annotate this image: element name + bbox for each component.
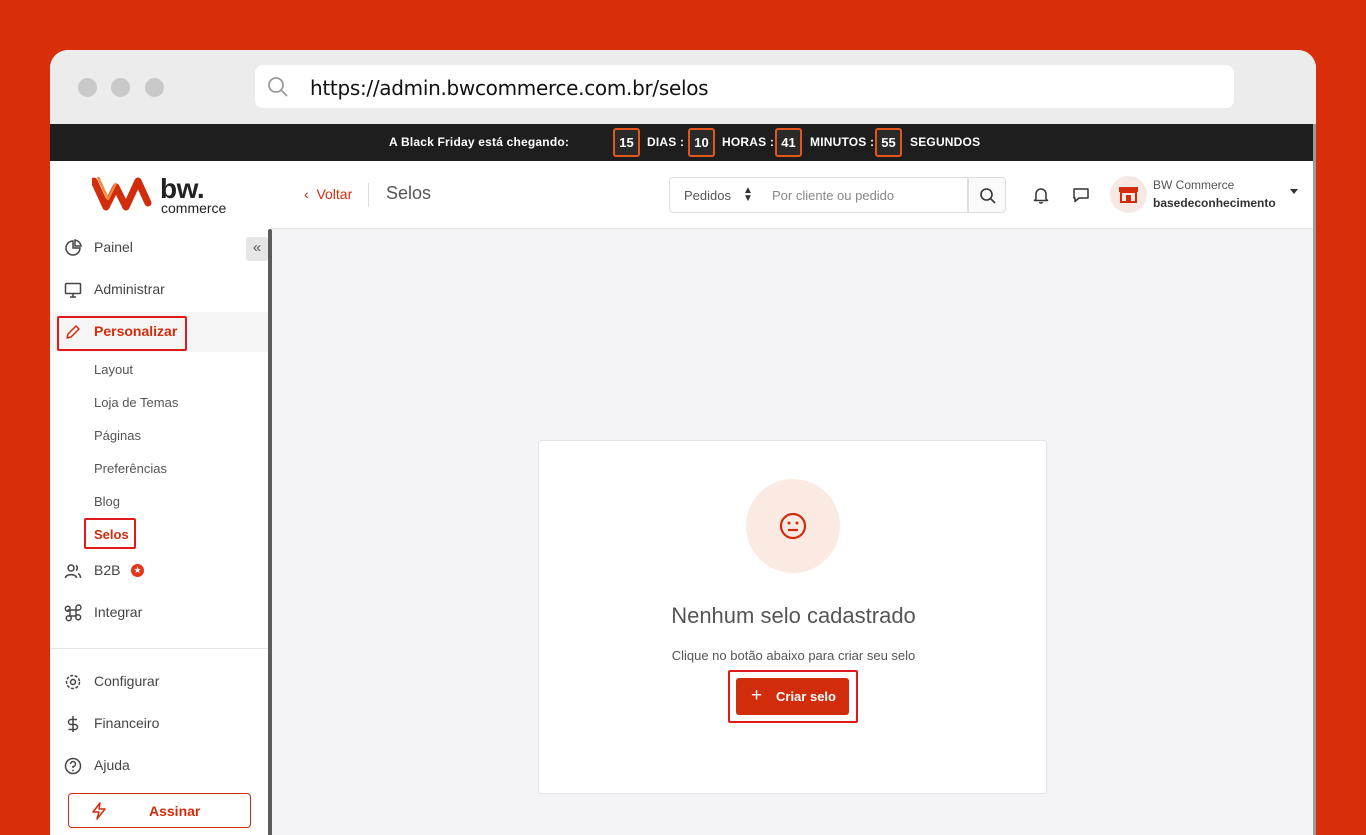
help-icon bbox=[64, 757, 82, 775]
subitem-paginas[interactable]: Páginas bbox=[94, 428, 141, 443]
search-input[interactable]: Por cliente ou pedido bbox=[761, 177, 968, 213]
highlight-selos bbox=[84, 518, 136, 549]
empty-state-card: Nenhum selo cadastrado Clique no botão a… bbox=[538, 440, 1047, 794]
logo-sub: commerce bbox=[161, 200, 227, 216]
sidebar-item-label: Ajuda bbox=[94, 757, 130, 773]
empty-state-subtitle: Clique no botão abaixo para criar seu se… bbox=[671, 648, 916, 663]
chevron-down-icon[interactable] bbox=[1290, 189, 1298, 194]
sidebar-item-integrar[interactable]: Integrar bbox=[50, 593, 268, 633]
sidebar-item-administrar[interactable]: Administrar bbox=[50, 270, 268, 310]
user-name[interactable]: BW Commerce bbox=[1153, 178, 1234, 192]
sidebar-item-label: Administrar bbox=[94, 281, 165, 297]
gear-icon bbox=[64, 673, 82, 691]
window-close-dot[interactable] bbox=[78, 78, 97, 97]
search-icon bbox=[980, 188, 996, 204]
address-bar[interactable]: https://admin.bwcommerce.com.br/selos bbox=[255, 65, 1234, 108]
sidebar-item-ajuda[interactable]: Ajuda bbox=[50, 746, 268, 786]
countdown-seconds: 55 bbox=[875, 128, 902, 157]
logo-mark-icon bbox=[90, 176, 152, 211]
new-badge-icon: ★ bbox=[131, 564, 144, 577]
topbar: ‹ Voltar Selos Pedidos ▲ ▼ Por cliente ou… bbox=[272, 161, 1313, 229]
countdown-seconds-label: SEGUNDOS bbox=[910, 135, 981, 149]
search-button[interactable] bbox=[968, 177, 1006, 213]
sidebar-item-label: B2B bbox=[94, 562, 121, 578]
page-title: Selos bbox=[386, 183, 432, 203]
sidebar-divider bbox=[50, 648, 268, 649]
sidebar-scrollbar[interactable] bbox=[268, 229, 272, 835]
browser-window: https://admin.bwcommerce.com.br/selos A … bbox=[50, 50, 1316, 835]
users-icon bbox=[64, 562, 82, 580]
countdown-hours-label: HORAS : bbox=[722, 135, 775, 149]
subscribe-label: Assinar bbox=[149, 803, 201, 819]
sidebar: bw. commerce « Painel Administrar Person… bbox=[50, 161, 272, 835]
countdown-days: 15 bbox=[613, 128, 640, 157]
subitem-loja-de-temas[interactable]: Loja de Temas bbox=[94, 395, 178, 410]
bell-icon[interactable] bbox=[1032, 186, 1050, 209]
search-icon bbox=[267, 76, 289, 103]
neutral-face-icon bbox=[779, 512, 807, 540]
pie-chart-icon bbox=[64, 239, 82, 257]
user-account[interactable]: basedeconhecimento bbox=[1153, 196, 1276, 210]
subitem-preferencias[interactable]: Preferências bbox=[94, 461, 167, 476]
sidebar-item-label: Financeiro bbox=[94, 715, 160, 731]
sidebar-item-financeiro[interactable]: Financeiro bbox=[50, 704, 268, 744]
promo-bar: A Black Friday está chegando: 15 DIAS : … bbox=[50, 124, 1313, 161]
subscribe-button[interactable]: Assinar bbox=[68, 793, 251, 828]
sort-caret-icon: ▲ ▼ bbox=[743, 185, 753, 204]
back-link[interactable]: ‹ Voltar bbox=[304, 186, 352, 202]
dollar-icon bbox=[64, 715, 82, 733]
chat-icon[interactable] bbox=[1072, 186, 1090, 209]
page-scrollbar[interactable] bbox=[1313, 124, 1316, 835]
monitor-icon bbox=[64, 281, 82, 299]
countdown-days-label: DIAS : bbox=[647, 135, 685, 149]
empty-state-title: Nenhum selo cadastrado bbox=[671, 603, 916, 628]
app-shell: bw. commerce « Painel Administrar Person… bbox=[50, 161, 1313, 835]
highlight-create-seal bbox=[728, 670, 858, 723]
select-value: Pedidos bbox=[684, 188, 731, 203]
countdown-minutes: 41 bbox=[775, 128, 802, 157]
command-icon bbox=[64, 604, 82, 622]
subitem-layout[interactable]: Layout bbox=[94, 362, 133, 377]
sidebar-item-painel[interactable]: Painel bbox=[50, 228, 268, 268]
sidebar-item-label: Integrar bbox=[94, 604, 143, 620]
sidebar-item-label: Painel bbox=[94, 239, 133, 255]
back-label: Voltar bbox=[316, 186, 353, 202]
url-text: https://admin.bwcommerce.com.br/selos bbox=[310, 76, 709, 100]
highlight-personalizar bbox=[57, 316, 187, 351]
countdown-hours: 10 bbox=[688, 128, 715, 157]
window-maximize-dot[interactable] bbox=[145, 78, 164, 97]
subitem-blog[interactable]: Blog bbox=[94, 494, 120, 509]
brand-logo[interactable]: bw. commerce bbox=[90, 173, 226, 218]
empty-state-illustration bbox=[746, 479, 840, 573]
store-avatar[interactable] bbox=[1110, 176, 1147, 213]
sidebar-item-b2b[interactable]: B2B bbox=[50, 551, 268, 591]
countdown-minutes-label: MINUTOS : bbox=[810, 135, 875, 149]
browser-chrome: https://admin.bwcommerce.com.br/selos bbox=[50, 50, 1316, 124]
topbar-divider bbox=[368, 183, 369, 207]
window-minimize-dot[interactable] bbox=[111, 78, 130, 97]
search-type-select[interactable]: Pedidos ▲ ▼ bbox=[669, 177, 762, 213]
sidebar-item-label: Configurar bbox=[94, 673, 160, 689]
promo-headline: A Black Friday está chegando: bbox=[389, 135, 570, 149]
store-icon bbox=[1119, 187, 1138, 203]
sidebar-item-configurar[interactable]: Configurar bbox=[50, 662, 268, 702]
lightning-icon bbox=[91, 802, 107, 825]
